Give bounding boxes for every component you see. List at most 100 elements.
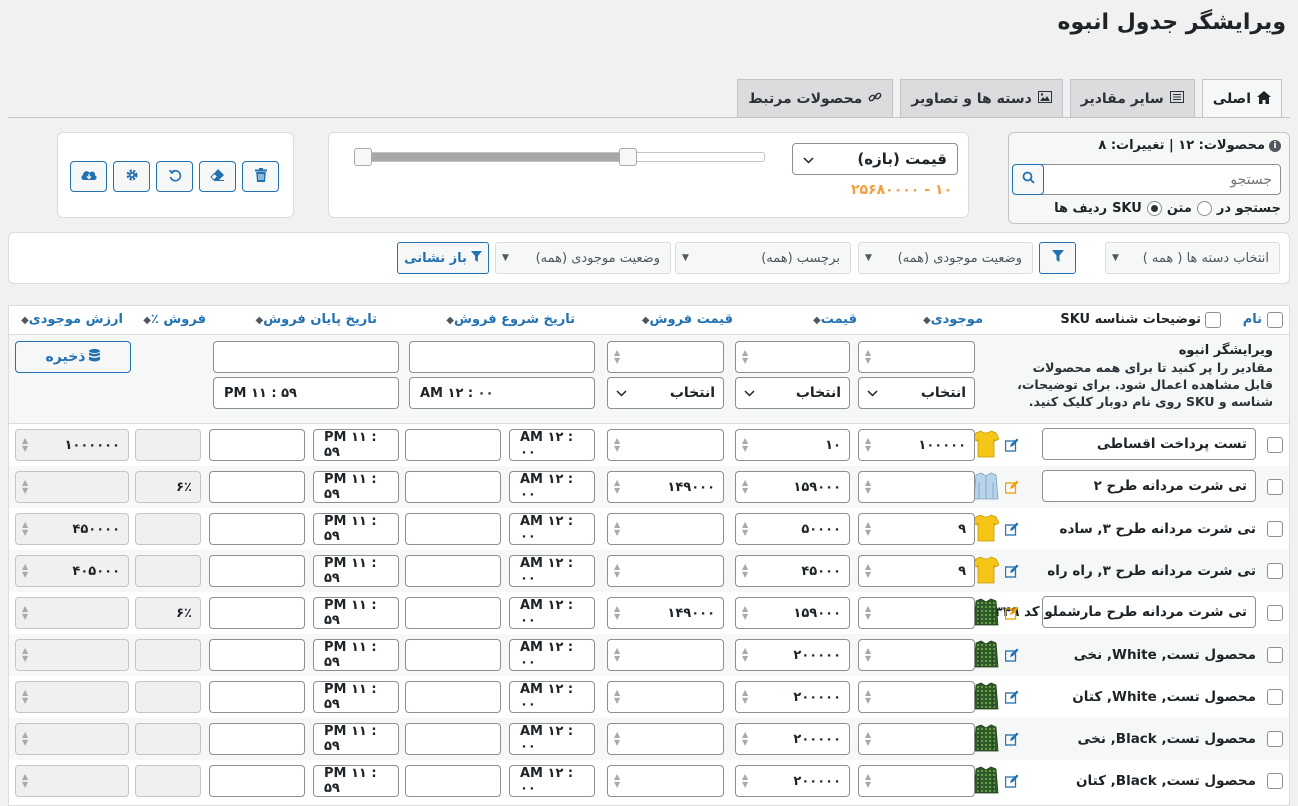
edit-icon[interactable] [1004,522,1019,536]
product-name[interactable]: محصول تست, White, نخی [1074,647,1256,663]
bulk-sale-price-select[interactable]: انتخاب [607,377,724,409]
desc-toggle-checkbox[interactable] [1205,312,1221,328]
row-checkbox[interactable] [1267,521,1283,537]
sale-end-date[interactable] [209,555,305,587]
stock-input[interactable]: ▲ ▼ ۹ [858,513,975,545]
category-filter-select[interactable]: انتخاب دسته ها ( همه ) ▼ [1105,242,1280,274]
tab-other-values[interactable]: سایر مقادیر [1069,79,1195,117]
product-name[interactable]: محصول تست, White, کتان [1072,689,1256,705]
bulk-sale-start-time[interactable]: AM ۱۲ : ۰۰ [409,377,595,409]
product-name[interactable]: تست پرداخت اقساطی [1042,428,1256,460]
sale-end-time[interactable]: PM ۱۱ : ۵۹ [313,555,399,587]
edit-icon[interactable] [1004,732,1019,746]
stock-input[interactable]: ▲ ▼ [858,471,975,503]
price-input[interactable]: ▲ ▼ ۱۵۹۰۰۰ [735,471,850,503]
slider-handle-low[interactable] [354,148,372,166]
col-sale-start[interactable]: تاریخ شروع فروش◆ [443,312,575,327]
eraser-button[interactable] [199,161,236,192]
sale-end-time[interactable]: PM ۱۱ : ۵۹ [313,513,399,545]
bulk-price-input[interactable]: ▲ ▼ [735,341,850,373]
sale-start-date[interactable] [405,681,501,713]
row-checkbox[interactable] [1267,647,1283,663]
sale-start-time[interactable]: AM ۱۲ : ۰۰ [509,555,595,587]
price-input[interactable]: ▲ ▼ ۲۰۰۰۰۰ [735,639,850,671]
sale-price-input[interactable]: ▲ ▼ [607,555,724,587]
sale-start-time[interactable]: AM ۱۲ : ۰۰ [509,639,595,671]
sale-start-date[interactable] [405,471,501,503]
sale-start-time[interactable]: AM ۱۲ : ۰۰ [509,513,595,545]
bulk-sale-end-time[interactable]: PM ۱۱ : ۵۹ [213,377,399,409]
search-button[interactable] [1012,164,1044,195]
row-checkbox[interactable] [1267,773,1283,789]
price-input[interactable]: ▲ ▼ ۴۵۰۰۰ [735,555,850,587]
sale-price-input[interactable]: ▲ ▼ [607,681,724,713]
range-field-select[interactable]: قیمت (بازه) [792,143,958,175]
price-input[interactable]: ▲ ▼ ۵۰۰۰۰ [735,513,850,545]
tag-filter-select[interactable]: برچسب (همه) ▼ [675,242,851,274]
sale-end-date[interactable] [209,471,305,503]
range-slider[interactable] [354,148,765,166]
cloud-download-button[interactable] [70,161,107,192]
product-name[interactable]: محصول تست, Black, نخی [1077,731,1256,747]
price-input[interactable]: ▲ ▼ ۲۰۰۰۰۰ [735,723,850,755]
stock-input[interactable]: ▲ ▼ ۹ [858,555,975,587]
price-input[interactable]: ▲ ▼ ۱۵۹۰۰۰ [735,597,850,629]
product-name[interactable]: تی شرت مردانه طرح ۳, راه راه [1047,563,1256,579]
reset-filters-button[interactable]: باز نشانی [397,242,489,274]
col-stock[interactable]: موجودی◆ [920,312,983,327]
sale-start-date[interactable] [405,513,501,545]
stock-input[interactable]: ▲ ▼ ۱۰۰۰۰۰ [858,429,975,461]
radio-text[interactable] [1196,201,1212,216]
sale-end-time[interactable]: PM ۱۱ : ۵۹ [313,681,399,713]
edit-icon[interactable] [1004,606,1019,620]
bulk-sale-end-date[interactable] [213,341,399,373]
tab-related-products[interactable]: محصولات مرتبط [737,79,894,117]
sale-start-date[interactable] [405,723,501,755]
sale-end-time[interactable]: PM ۱۱ : ۵۹ [313,429,399,461]
tab-categories-images[interactable]: دسته ها و تصاویر [900,79,1063,117]
sale-start-date[interactable] [405,765,501,797]
product-name[interactable]: تی شرت مردانه طرح ۳, ساده [1059,521,1256,537]
sale-end-date[interactable] [209,765,305,797]
sale-start-time[interactable]: AM ۱۲ : ۰۰ [509,765,595,797]
stock-input[interactable]: ▲ ▼ [858,765,975,797]
sale-price-input[interactable]: ▲ ▼ [607,513,724,545]
radio-sku[interactable] [1146,201,1162,216]
col-sale-price[interactable]: قیمت فروش◆ [639,312,733,327]
sale-price-input[interactable]: ▲ ▼ ۱۴۹۰۰۰ [607,471,724,503]
stock-status-filter-select-2[interactable]: وضعیت موجودی (همه) ▼ [495,242,671,274]
col-stock-value[interactable]: ارزش موجودی◆ [18,312,123,327]
price-input[interactable]: ▲ ▼ ۲۰۰۰۰۰ [735,681,850,713]
bulk-price-select[interactable]: انتخاب [735,377,850,409]
sale-price-input[interactable]: ▲ ▼ [607,765,724,797]
sale-end-time[interactable]: PM ۱۱ : ۵۹ [313,597,399,629]
bulk-sale-price-input[interactable]: ▲ ▼ [607,341,724,373]
sale-start-time[interactable]: AM ۱۲ : ۰۰ [509,681,595,713]
edit-icon[interactable] [1004,648,1019,662]
product-name[interactable]: تی شرت مردانه طرح مارشملو کد ۳۴۹ [995,596,1256,628]
save-button[interactable]: ذخیره [15,341,131,373]
search-input[interactable] [1029,164,1281,195]
select-all-checkbox[interactable] [1267,312,1283,328]
sale-end-date[interactable] [209,429,305,461]
sale-end-date[interactable] [209,639,305,671]
col-name[interactable]: نام [1243,312,1262,327]
sale-start-date[interactable] [405,555,501,587]
edit-icon[interactable] [1004,438,1019,452]
product-name[interactable]: محصول تست, Black, کتان [1076,773,1256,789]
col-sale-end[interactable]: تاریخ پایان فروش◆ [253,312,378,327]
sale-end-date[interactable] [209,723,305,755]
sale-end-date[interactable] [209,513,305,545]
sale-end-time[interactable]: PM ۱۱ : ۵۹ [313,639,399,671]
sale-start-date[interactable] [405,429,501,461]
sale-price-input[interactable]: ▲ ▼ [607,429,724,461]
slider-handle-high[interactable] [618,148,637,166]
sale-price-input[interactable]: ▲ ▼ ۱۴۹۰۰۰ [607,597,724,629]
bulk-stock-select[interactable]: انتخاب [858,377,975,409]
sale-end-date[interactable] [209,597,305,629]
row-checkbox[interactable] [1267,437,1283,453]
product-name[interactable]: تی شرت مردانه طرح ۲ [1042,470,1256,502]
col-price[interactable]: قیمت◆ [810,312,857,327]
sale-price-input[interactable]: ▲ ▼ [607,639,724,671]
tab-main[interactable]: اصلی [1201,79,1282,118]
